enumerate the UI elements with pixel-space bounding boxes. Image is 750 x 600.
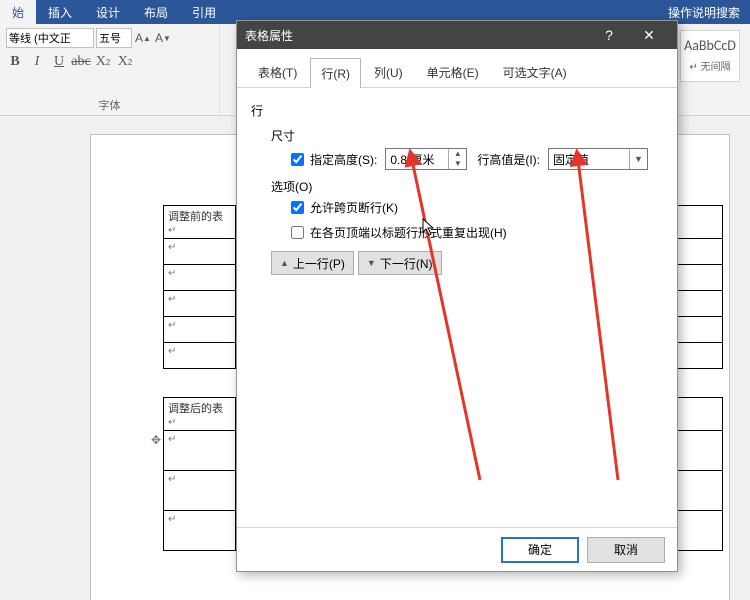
tab-home[interactable]: 始 bbox=[0, 0, 36, 24]
style-no-spacing[interactable]: AaBbCcD ↵ 无间隔 bbox=[680, 30, 740, 82]
dialog-titlebar: 表格属性 ? ✕ bbox=[237, 21, 677, 49]
tab-cell[interactable]: 单元格(E) bbox=[416, 57, 490, 87]
next-row-button[interactable]: ▼ 下一行(N) bbox=[358, 251, 442, 275]
table-properties-dialog: 表格属性 ? ✕ 表格(T) 行(R) 列(U) 单元格(E) 可选文字(A) … bbox=[236, 20, 678, 572]
allow-break-label: 允许跨页断行(K) bbox=[310, 199, 398, 216]
tab-layout[interactable]: 布局 bbox=[132, 0, 180, 24]
superscript-button[interactable]: X2 bbox=[116, 52, 134, 72]
subscript-button[interactable]: X2 bbox=[94, 52, 112, 72]
tab-references[interactable]: 引用 bbox=[180, 0, 228, 24]
allow-break-checkbox[interactable] bbox=[291, 201, 304, 214]
specify-height-label: 指定高度(S): bbox=[310, 151, 377, 168]
font-name-combo[interactable]: 等线 (中文正 bbox=[6, 28, 94, 48]
tab-alt-text[interactable]: 可选文字(A) bbox=[492, 57, 578, 87]
row-section-label: 行 bbox=[251, 102, 663, 119]
size-label: 尺寸 bbox=[271, 127, 663, 144]
help-button[interactable]: ? bbox=[589, 21, 629, 49]
height-spinner[interactable]: ▲ ▼ bbox=[385, 148, 467, 170]
italic-button[interactable]: I bbox=[28, 52, 46, 72]
dialog-tabs: 表格(T) 行(R) 列(U) 单元格(E) 可选文字(A) bbox=[237, 49, 677, 88]
height-up-icon[interactable]: ▲ bbox=[449, 149, 466, 159]
specify-height-checkbox[interactable] bbox=[291, 153, 304, 166]
dialog-footer: 确定 取消 bbox=[237, 527, 677, 571]
triangle-down-icon: ▼ bbox=[367, 258, 376, 268]
style-sample-text: AaBbCcD bbox=[681, 37, 739, 54]
options-label: 选项(O) bbox=[271, 178, 663, 195]
ok-button[interactable]: 确定 bbox=[501, 537, 579, 563]
cancel-button[interactable]: 取消 bbox=[587, 537, 665, 563]
font-size-combo[interactable]: 五号 bbox=[96, 28, 132, 48]
height-input[interactable] bbox=[386, 149, 448, 169]
close-button[interactable]: ✕ bbox=[629, 21, 669, 49]
grow-font-button[interactable]: A▲ bbox=[134, 29, 152, 47]
tab-column[interactable]: 列(U) bbox=[363, 57, 414, 87]
previous-row-button[interactable]: ▲ 上一行(P) bbox=[271, 251, 354, 275]
repeat-header-label: 在各页顶端以标题行形式重复出现(H) bbox=[310, 224, 507, 241]
height-type-select[interactable]: 固定值 ▼ bbox=[548, 148, 648, 170]
chevron-down-icon: ▼ bbox=[629, 149, 647, 169]
tab-row[interactable]: 行(R) bbox=[310, 58, 361, 88]
repeat-header-checkbox[interactable] bbox=[291, 226, 304, 239]
underline-button[interactable]: U bbox=[50, 52, 68, 72]
height-type-value: 固定值 bbox=[549, 151, 629, 168]
font-group: 等线 (中文正 五号 A▲ A▼ B I U abc X2 X2 字体 bbox=[0, 24, 220, 115]
table-before-label: 调整前的表 bbox=[164, 206, 236, 239]
tab-table[interactable]: 表格(T) bbox=[247, 57, 308, 87]
mouse-cursor-icon bbox=[422, 218, 436, 241]
font-group-label: 字体 bbox=[0, 97, 219, 113]
strikethrough-button[interactable]: abc bbox=[72, 52, 90, 72]
dialog-title: 表格属性 bbox=[245, 27, 589, 44]
tab-insert[interactable]: 插入 bbox=[36, 0, 84, 24]
style-name-text: ↵ 无间隔 bbox=[681, 58, 739, 73]
dialog-body: 行 尺寸 指定高度(S): ▲ ▼ 行高值是(I): 固定值 ▼ bbox=[237, 88, 677, 293]
shrink-font-button[interactable]: A▼ bbox=[154, 29, 172, 47]
height-down-icon[interactable]: ▼ bbox=[449, 159, 466, 169]
tab-design[interactable]: 设计 bbox=[84, 0, 132, 24]
triangle-up-icon: ▲ bbox=[280, 258, 289, 268]
row-height-is-label: 行高值是(I): bbox=[477, 151, 540, 168]
table-anchor-icon[interactable]: ✥ bbox=[151, 433, 161, 447]
table-after-label: 调整后的表 bbox=[164, 398, 236, 431]
bold-button[interactable]: B bbox=[6, 52, 24, 72]
